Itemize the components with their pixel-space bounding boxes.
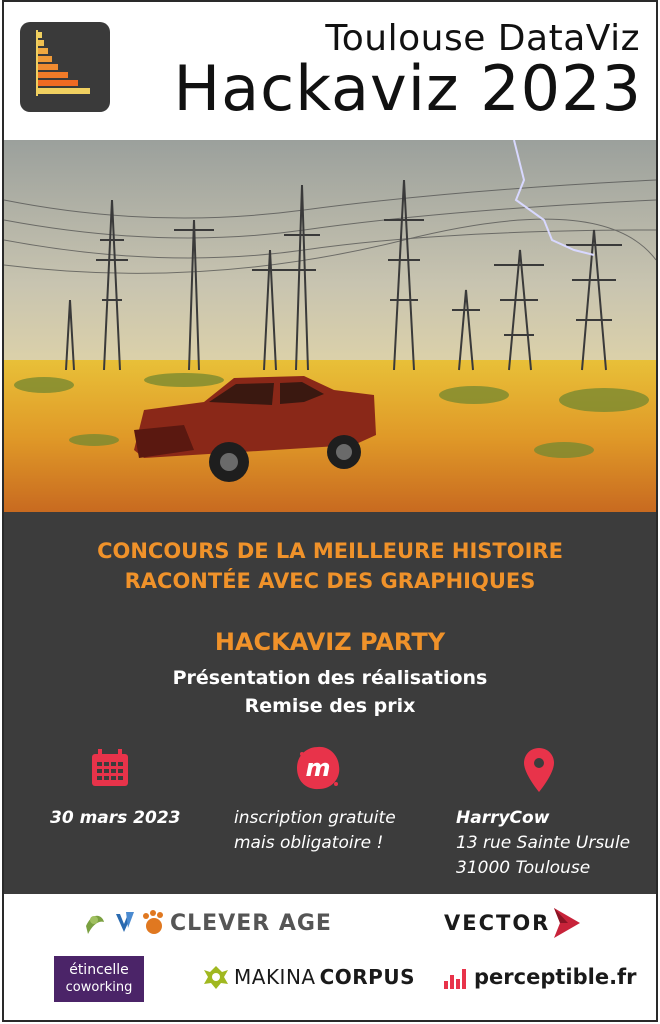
hackaviz-logo-icon (20, 22, 110, 112)
venue-info: HarryCow 13 rue Sainte Ursule 31000 Toul… (456, 806, 630, 881)
party-description: Présentation des réalisations Remise des… (4, 664, 656, 720)
contest-heading: CONCOURS DE LA MEILLEURE HISTOIRE RACONT… (4, 536, 656, 596)
venue-city: 31000 Toulouse (456, 858, 591, 878)
calendar-icon (90, 748, 130, 792)
registration-line-2: mais obligatoire ! (234, 833, 384, 853)
registration-line-1: inscription gratuite (234, 808, 396, 828)
venue-street: 13 rue Sainte Ursule (456, 833, 631, 853)
vector-name: VECTOR (444, 911, 551, 935)
desert-power-lines-image (4, 140, 656, 512)
event-date: 30 mars 2023 (50, 808, 181, 828)
contest-line-2: RACONTÉE AVEC DES GRAPHIQUES (124, 569, 536, 593)
party-title: HACKAVIZ PARTY (214, 628, 446, 656)
sponsor-etincelle[interactable]: étincelle coworking (54, 956, 144, 1002)
corpus-name: CORPUS (319, 965, 415, 989)
map-pin-icon[interactable] (522, 746, 556, 798)
sponsor-makina-corpus[interactable]: MAKINA CORPUS (202, 964, 415, 990)
makina-corpus-logo-icon (204, 966, 228, 989)
event-info-panel: CONCOURS DE LA MEILLEURE HISTOIRE RACONT… (4, 512, 656, 894)
etincelle-name: étincelle (69, 962, 129, 978)
clever-age-logo-icon (86, 910, 163, 934)
sponsor-perceptible[interactable]: perceptible.fr (442, 963, 637, 991)
venue-name: HarryCow (456, 808, 550, 828)
header-title: Hackaviz 2023 (173, 52, 642, 125)
registration-info: inscription gratuite mais obligatoire ! (234, 806, 396, 856)
hero-illustration (4, 140, 656, 512)
etincelle-subtitle: coworking (65, 980, 133, 995)
vector-chevron-icon (554, 908, 581, 938)
perceptible-bars-icon (444, 969, 466, 989)
perceptible-name: perceptible.fr (474, 965, 637, 989)
sponsor-vector[interactable]: VECTOR (444, 906, 582, 940)
clever-age-name: CLEVER AGE (170, 910, 332, 936)
party-line-2: Remise des prix (244, 695, 416, 717)
meetup-icon[interactable]: m (294, 744, 342, 796)
sponsor-clever-age[interactable]: CLEVER AGE (82, 906, 332, 940)
makina-name: MAKINA (234, 965, 316, 989)
bar-chart-logo-icon (36, 30, 90, 96)
contest-line-1: CONCOURS DE LA MEILLEURE HISTOIRE (97, 539, 563, 563)
party-line-1: Présentation des réalisations (172, 667, 488, 689)
svg-text:m: m (305, 754, 330, 782)
